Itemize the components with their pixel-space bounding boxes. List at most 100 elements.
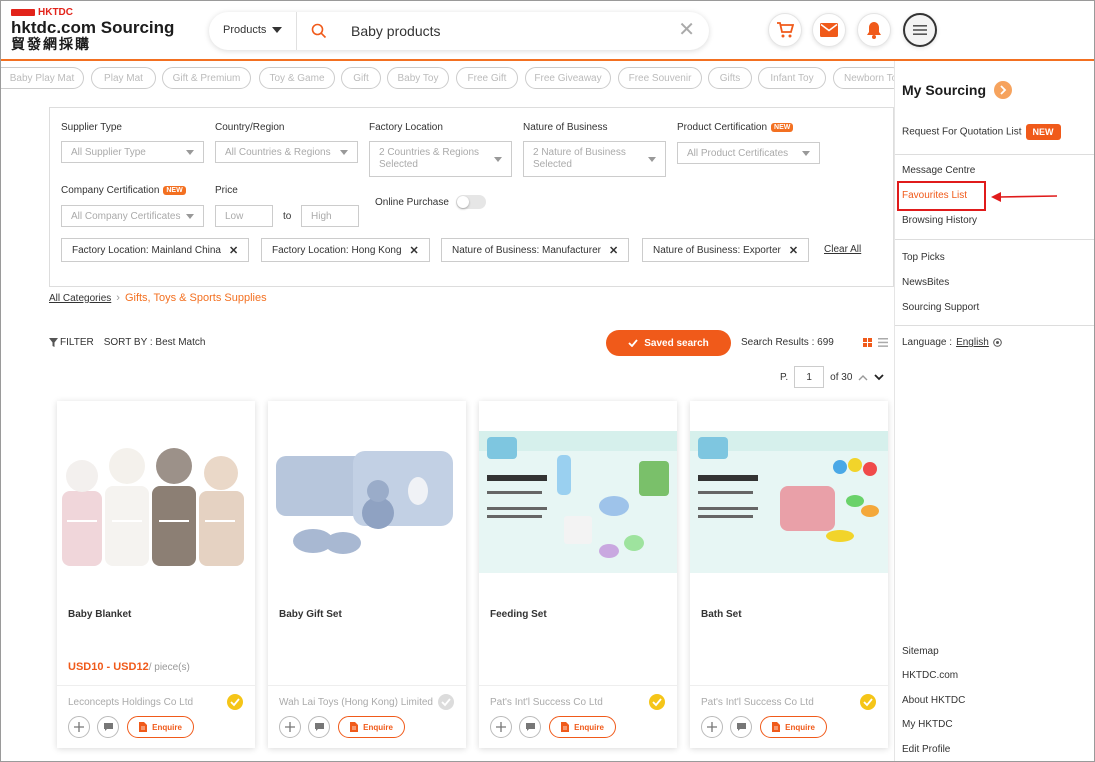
chevron-up-icon[interactable] (858, 374, 868, 381)
tag-item[interactable]: Free Giveaway (525, 67, 611, 89)
chat-button[interactable] (308, 716, 330, 738)
menu-item-hktdc-com[interactable]: HKTDC.com (902, 670, 958, 681)
search-icon[interactable] (311, 23, 327, 39)
tag-item[interactable]: Baby Play Mat (1, 67, 84, 89)
chat-button[interactable] (97, 716, 119, 738)
document-icon (772, 722, 781, 732)
hktdc-logo[interactable]: HKTDC hktdc.com Sourcing 貿發網採購 (11, 7, 174, 53)
clear-search-icon[interactable]: ✕ (678, 20, 695, 40)
saved-search-button[interactable]: Saved search (606, 330, 731, 356)
cart-button[interactable] (768, 13, 802, 47)
plus-icon (74, 722, 84, 732)
search-input[interactable]: Baby products (351, 23, 441, 39)
add-compare-button[interactable] (490, 716, 512, 738)
menu-item-message-centre[interactable]: Message Centre (902, 165, 975, 176)
menu-button[interactable] (903, 13, 937, 47)
language-selector[interactable]: Language : English (902, 337, 1002, 348)
breadcrumb-all-categories[interactable]: All Categories (49, 293, 111, 304)
menu-item-sitemap[interactable]: Sitemap (902, 646, 939, 657)
close-icon[interactable]: ✕ (410, 244, 419, 257)
page-label: P. (780, 371, 789, 383)
close-icon[interactable]: ✕ (609, 244, 618, 257)
product-name[interactable]: Bath Set (701, 609, 742, 620)
product-image[interactable] (57, 431, 255, 573)
notification-button[interactable] (857, 13, 891, 47)
menu-item-my-hktdc[interactable]: My HKTDC (902, 719, 953, 730)
products-dropdown[interactable]: Products (223, 24, 283, 36)
enquire-button[interactable]: Enquire (338, 716, 405, 738)
add-compare-button[interactable] (68, 716, 90, 738)
menu-item-rfq[interactable]: Request For Quotation List NEW (902, 124, 1061, 140)
menu-item-edit-profile[interactable]: Edit Profile (902, 744, 950, 755)
enquire-button[interactable]: Enquire (549, 716, 616, 738)
chat-bubble-icon (525, 723, 535, 731)
tag-item[interactable]: Gift (341, 67, 381, 89)
menu-item-top-picks[interactable]: Top Picks (902, 252, 945, 263)
supplier-name[interactable]: Pat's Int'l Success Co Ltd (490, 697, 603, 708)
add-compare-button[interactable] (701, 716, 723, 738)
language-value[interactable]: English (956, 337, 989, 348)
sort-by-dropdown[interactable]: SORT BY : Best Match (104, 337, 206, 348)
menu-item-browsing-history[interactable]: Browsing History (902, 215, 977, 226)
tag-item[interactable]: Infant Toy (758, 67, 826, 89)
supplier-name[interactable]: Pat's Int'l Success Co Ltd (701, 697, 814, 708)
product-cert-value: All Product Certificates (687, 147, 789, 159)
tag-item[interactable]: Gift & Premium (162, 67, 251, 89)
grid-view-icon[interactable] (863, 338, 872, 347)
chevron-down-icon[interactable] (874, 373, 885, 381)
price-low-input[interactable]: Low (215, 205, 273, 227)
product-name[interactable]: Baby Gift Set (279, 609, 342, 620)
factory-location-select[interactable]: 2 Countries & Regions Selected (369, 141, 512, 177)
breadcrumb-category[interactable]: Gifts, Toys & Sports Supplies (125, 292, 267, 304)
supplier-name[interactable]: Leconcepts Holdings Co Ltd (68, 697, 193, 708)
list-view-icon[interactable] (878, 338, 888, 347)
supplier-name[interactable]: Wah Lai Toys (Hong Kong) Limited (279, 697, 433, 708)
message-button[interactable] (812, 13, 846, 47)
company-certification-select[interactable]: All Company Certificates (61, 205, 204, 227)
chevron-down-icon (186, 214, 194, 219)
product-name[interactable]: Feeding Set (490, 609, 547, 620)
chat-button[interactable] (519, 716, 541, 738)
product-card[interactable]: Baby Gift Set Wah Lai Toys (Hong Kong) L… (268, 401, 466, 748)
product-card[interactable]: Baby Blanket USD10 - USD12/ piece(s) Lec… (57, 401, 255, 748)
nature-of-business-label: Nature of Business (523, 122, 608, 133)
supplier-type-select[interactable]: All Supplier Type (61, 141, 204, 163)
new-badge: NEW (1025, 124, 1061, 140)
product-image[interactable] (690, 431, 888, 573)
logo-bar-icon (11, 9, 35, 16)
menu-item-about[interactable]: About HKTDC (902, 695, 965, 706)
tag-item[interactable]: Toy & Game (259, 67, 335, 89)
tag-item[interactable]: Gifts (708, 67, 752, 89)
menu-item-favourites[interactable]: Favourites List (902, 190, 967, 201)
filter-chip-label: Nature of Business: Exporter (653, 244, 781, 256)
add-compare-button[interactable] (279, 716, 301, 738)
my-sourcing-title[interactable]: My Sourcing (902, 81, 1013, 99)
tag-item[interactable]: Free Souvenir (618, 67, 702, 89)
chat-button[interactable] (730, 716, 752, 738)
price-high-input[interactable]: High (301, 205, 359, 227)
tag-item[interactable]: Baby Toy (387, 67, 449, 89)
product-name[interactable]: Baby Blanket (68, 609, 131, 620)
close-icon[interactable]: ✕ (789, 244, 798, 257)
online-purchase-toggle[interactable] (456, 195, 486, 209)
product-image[interactable] (268, 431, 466, 573)
product-card[interactable]: Bath Set Pat's Int'l Success Co Ltd Enqu… (690, 401, 888, 748)
menu-item-newsbites[interactable]: NewsBites (902, 277, 949, 288)
menu-item-sourcing-support[interactable]: Sourcing Support (902, 302, 979, 313)
page-frame: HKTDC hktdc.com Sourcing 貿發網採購 Products … (0, 0, 1095, 762)
chat-bubble-icon (314, 723, 324, 731)
tag-item[interactable]: Free Gift (456, 67, 518, 89)
nature-of-business-select[interactable]: 2 Nature of Business Selected (523, 141, 666, 177)
product-image[interactable] (479, 431, 677, 573)
clear-all-link[interactable]: Clear All (824, 244, 861, 255)
enquire-button[interactable]: Enquire (127, 716, 194, 738)
product-certification-select[interactable]: All Product Certificates (677, 142, 820, 164)
enquire-button[interactable]: Enquire (760, 716, 827, 738)
product-card[interactable]: Feeding Set Pat's Int'l Success Co Ltd E… (479, 401, 677, 748)
tag-item[interactable]: Play Mat (91, 67, 156, 89)
page-number-input[interactable]: 1 (794, 366, 825, 388)
filter-button[interactable]: FILTER (49, 337, 94, 348)
country-select[interactable]: All Countries & Regions (215, 141, 358, 163)
tag-item[interactable]: Newborn To (833, 67, 894, 89)
close-icon[interactable]: ✕ (229, 244, 238, 257)
